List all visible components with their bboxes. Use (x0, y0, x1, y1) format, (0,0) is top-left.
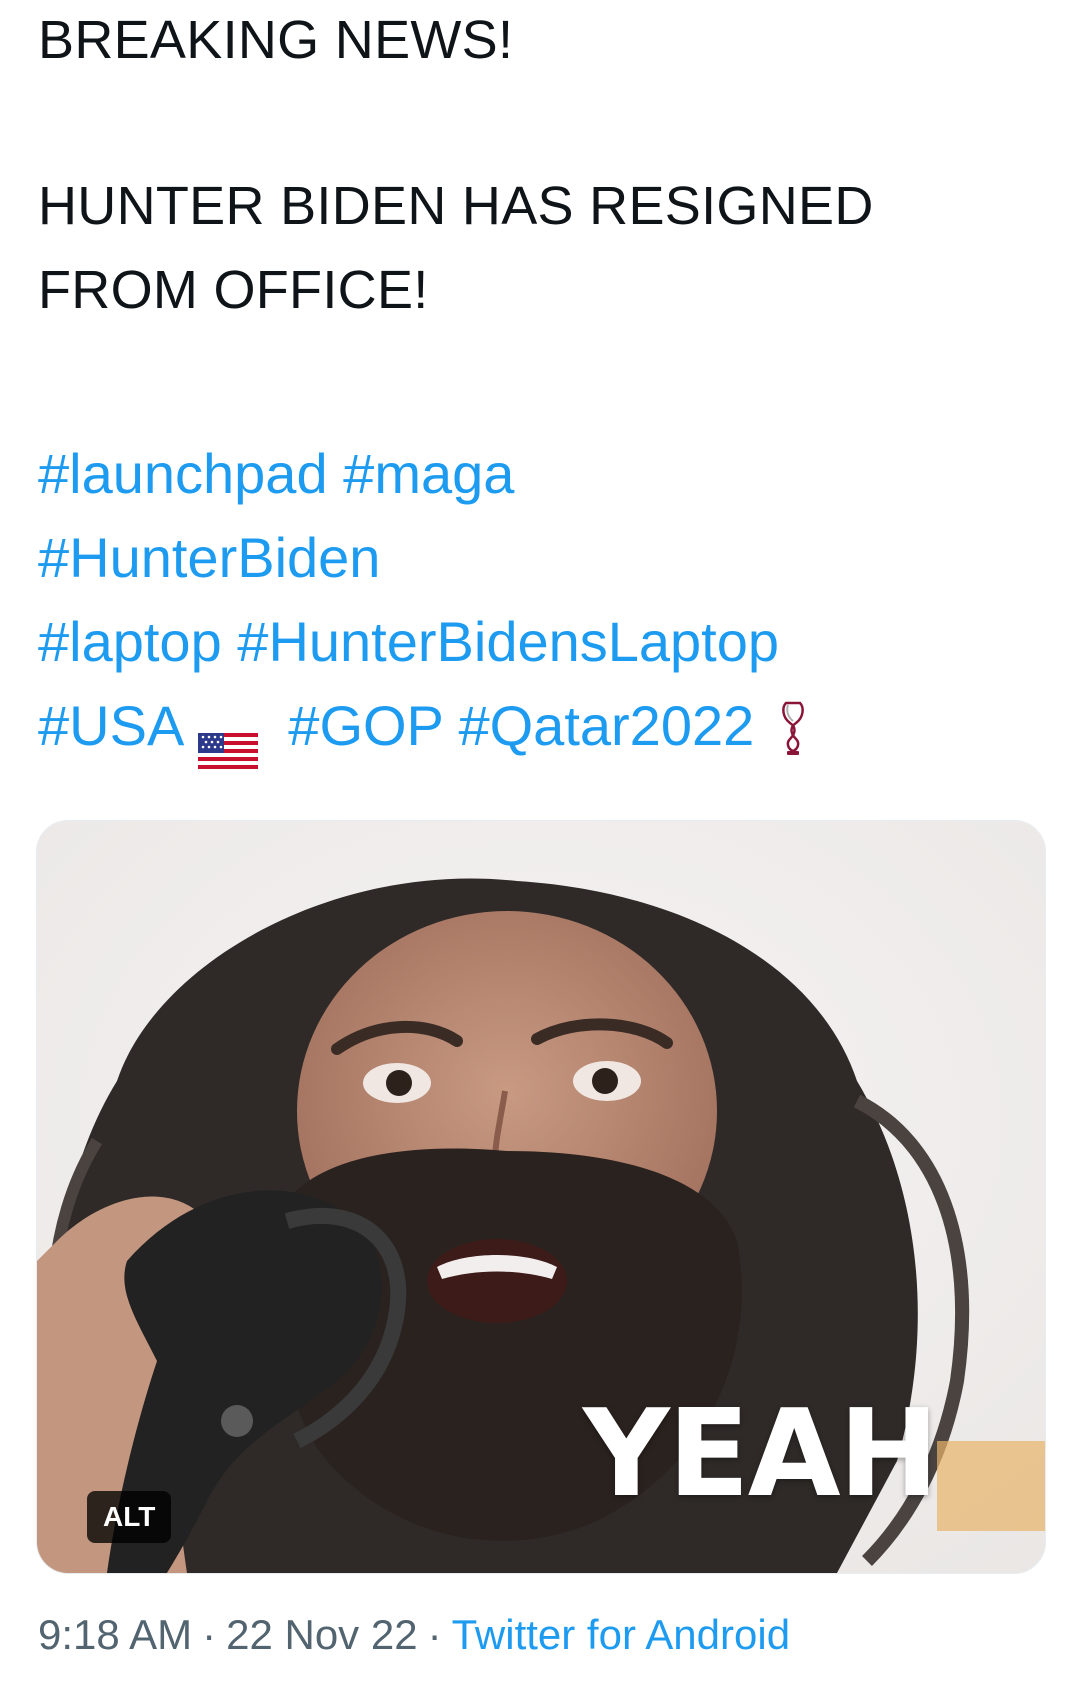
meta-separator: · (202, 1611, 217, 1658)
tweet-text-line-1: BREAKING NEWS! (38, 10, 514, 70)
tweet-text-line-3: FROM OFFICE! (38, 260, 429, 320)
tweet-meta: 9:18 AM · 22 Nov 22 · Twitter for Android (38, 1608, 790, 1662)
hashtag-usa[interactable]: #USA (38, 694, 184, 757)
tweet: BREAKING NEWS! HUNTER BIDEN HAS RESIGNED… (0, 0, 1080, 1692)
world-cup-trophy-icon (778, 696, 808, 756)
hashtag-hunterbidenslaptop[interactable]: #HunterBidensLaptop (237, 610, 779, 673)
gif-caption-yeah: YEAH (582, 1385, 939, 1524)
hashtag-row: #USA #GOP #Qatar2022 (38, 684, 1038, 770)
tweet-date[interactable]: 22 Nov 22 (226, 1611, 417, 1658)
tweet-time[interactable]: 9:18 AM (38, 1611, 192, 1658)
tweet-media-gif[interactable]: YEAH ALT (36, 820, 1046, 1574)
hashtag-row: #laptop #HunterBidensLaptop (38, 600, 1038, 684)
alt-text-button[interactable]: ALT (87, 1491, 172, 1543)
hashtag-row: #launchpad #maga (38, 432, 1038, 516)
us-flag-icon (198, 708, 259, 770)
hashtag-hunterbiden[interactable]: #HunterBiden (38, 526, 380, 589)
tweet-source-link[interactable]: Twitter for Android (452, 1611, 790, 1658)
hashtag-maga[interactable]: #maga (343, 442, 514, 505)
hashtag-laptop[interactable]: #laptop (38, 610, 222, 673)
meta-separator: · (427, 1611, 442, 1658)
hashtag-gop[interactable]: #GOP (288, 694, 443, 757)
hashtag-row: #HunterBiden (38, 516, 1038, 600)
tweet-text-line-2: HUNTER BIDEN HAS RESIGNED (38, 176, 874, 236)
hashtag-block: #launchpad #maga #HunterBiden #laptop #H… (38, 432, 1038, 770)
hashtag-launchpad[interactable]: #launchpad (38, 442, 328, 505)
hashtag-qatar2022[interactable]: #Qatar2022 (458, 694, 754, 757)
